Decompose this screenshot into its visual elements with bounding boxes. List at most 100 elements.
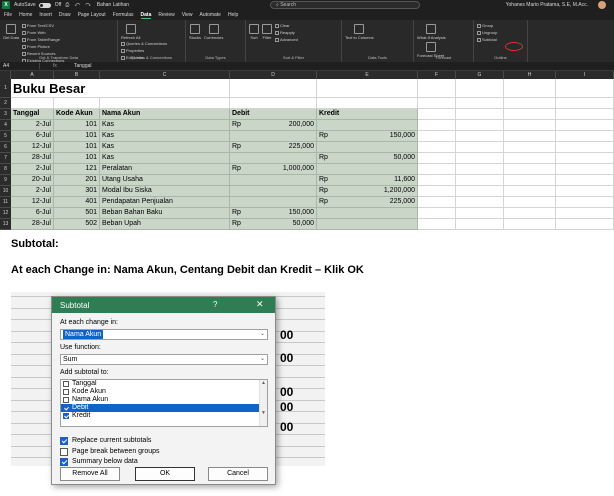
- remove-all-button[interactable]: Remove All: [60, 467, 120, 481]
- cell-kode-akun[interactable]: 501: [54, 208, 100, 219]
- cell-kode-akun[interactable]: 101: [54, 131, 100, 142]
- cell-nama-akun[interactable]: Pendapatan Penjualan: [100, 197, 230, 208]
- tab-view[interactable]: View: [182, 12, 193, 18]
- quick-access-icons[interactable]: ⎙ ↶ ↷: [65, 2, 92, 8]
- currencies-button[interactable]: Currencies: [204, 22, 223, 40]
- field-debit[interactable]: Debit: [61, 404, 267, 412]
- row-header-4[interactable]: 4: [0, 120, 11, 131]
- cell-kredit[interactable]: Rp 50,000: [317, 153, 418, 164]
- cell[interactable]: [556, 164, 614, 175]
- clear-button[interactable]: Clear: [275, 22, 298, 29]
- cell-tanggal[interactable]: 2-Jul: [11, 186, 54, 197]
- tab-automate[interactable]: Automate: [200, 12, 221, 18]
- cell[interactable]: [504, 208, 556, 219]
- tab-file[interactable]: File: [4, 12, 12, 18]
- stocks-button[interactable]: Stocks: [189, 22, 201, 40]
- cell-nama-akun[interactable]: Peralatan: [100, 164, 230, 175]
- cancel-button[interactable]: Cancel: [208, 467, 268, 481]
- cell[interactable]: [556, 98, 614, 109]
- option-checkbox[interactable]: [60, 437, 68, 445]
- cell[interactable]: [418, 197, 456, 208]
- cell[interactable]: [100, 79, 230, 98]
- formula-input[interactable]: Tanggal: [70, 63, 92, 69]
- cell-kode-akun[interactable]: 201: [54, 175, 100, 186]
- add-subtotal-list[interactable]: Tanggal Kode Akun Nama Akun Debit Kredit ▲ ▼: [60, 379, 268, 427]
- header-debit[interactable]: Debit: [230, 109, 317, 120]
- column-header-b[interactable]: B: [54, 71, 100, 79]
- list-scrollbar[interactable]: ▲ ▼: [259, 380, 267, 426]
- field-kode-akun[interactable]: Kode Akun: [61, 388, 267, 396]
- select-all-corner[interactable]: [0, 71, 11, 79]
- field-tanggal[interactable]: Tanggal: [61, 380, 267, 388]
- column-header-h[interactable]: H: [504, 71, 556, 79]
- cell-nama-akun[interactable]: Kas: [100, 120, 230, 131]
- group-button[interactable]: Group: [477, 22, 497, 29]
- cell-tanggal[interactable]: 12-Jul: [11, 197, 54, 208]
- cell[interactable]: [556, 208, 614, 219]
- tab-formulas[interactable]: Formulas: [113, 12, 134, 18]
- cell[interactable]: [317, 79, 418, 98]
- from-table-range-button[interactable]: From Table/Range: [22, 36, 64, 43]
- cell-kode-akun[interactable]: 502: [54, 219, 100, 230]
- cell[interactable]: [418, 175, 456, 186]
- cell-kredit[interactable]: [317, 219, 418, 230]
- field-checkbox[interactable]: [63, 397, 69, 403]
- row-header-11[interactable]: 11: [0, 197, 11, 208]
- cell[interactable]: [556, 219, 614, 230]
- avatar[interactable]: [598, 1, 606, 9]
- cell[interactable]: [418, 142, 456, 153]
- option-summary-below-data[interactable]: Summary below data: [60, 457, 138, 466]
- ok-button[interactable]: OK: [135, 467, 195, 481]
- cell[interactable]: [504, 164, 556, 175]
- cell[interactable]: [504, 197, 556, 208]
- from-web-button[interactable]: From Web: [22, 29, 64, 36]
- cell[interactable]: [456, 79, 504, 98]
- cell[interactable]: [418, 153, 456, 164]
- row-header-9[interactable]: 9: [0, 175, 11, 186]
- cell-tanggal[interactable]: 6-Jul: [11, 208, 54, 219]
- cell-kredit[interactable]: [317, 208, 418, 219]
- cell-kredit[interactable]: Rp 225,000: [317, 197, 418, 208]
- cell[interactable]: [456, 186, 504, 197]
- option-page-break-between-groups[interactable]: Page break between groups: [60, 447, 160, 456]
- cell-nama-akun[interactable]: Kas: [100, 142, 230, 153]
- properties-button[interactable]: Properties: [121, 47, 167, 54]
- what-if-analysis-button[interactable]: What-If Analysis: [417, 22, 446, 40]
- cell[interactable]: [418, 109, 456, 120]
- name-box[interactable]: A4: [0, 63, 40, 69]
- column-header-g[interactable]: G: [456, 71, 504, 79]
- row-header-8[interactable]: 8: [0, 164, 11, 175]
- row-header-10[interactable]: 10: [0, 186, 11, 197]
- row-header-1[interactable]: 1: [0, 79, 11, 98]
- cell[interactable]: [556, 186, 614, 197]
- text-to-columns-button[interactable]: Text to Columns: [345, 22, 374, 40]
- cell-nama-akun[interactable]: Beban Bahan Baku: [100, 208, 230, 219]
- tab-home[interactable]: Home: [19, 12, 32, 18]
- cell-kode-akun[interactable]: 121: [54, 164, 100, 175]
- cell[interactable]: [504, 219, 556, 230]
- cell[interactable]: [418, 186, 456, 197]
- row-header-13[interactable]: 13: [0, 219, 11, 230]
- header-kode-akun[interactable]: Kode Akun: [54, 109, 100, 120]
- cell-kode-akun[interactable]: 401: [54, 197, 100, 208]
- cell-tanggal[interactable]: 2-Jul: [11, 164, 54, 175]
- cell-kode-akun[interactable]: 101: [54, 120, 100, 131]
- cell-debit[interactable]: Rp 200,000: [230, 120, 317, 131]
- cell[interactable]: [456, 109, 504, 120]
- cell[interactable]: [556, 109, 614, 120]
- cell[interactable]: [504, 175, 556, 186]
- row-header-3[interactable]: 3: [0, 109, 11, 120]
- cell-kredit[interactable]: Rp 150,000: [317, 131, 418, 142]
- row-header-7[interactable]: 7: [0, 153, 11, 164]
- cell-tanggal[interactable]: 6-Jul: [11, 131, 54, 142]
- cell-debit[interactable]: Rp 50,000: [230, 219, 317, 230]
- ungroup-button[interactable]: Ungroup: [477, 29, 497, 36]
- cell-debit[interactable]: Rp 150,000: [230, 208, 317, 219]
- cell-debit[interactable]: Rp 225,000: [230, 142, 317, 153]
- column-header-d[interactable]: D: [230, 71, 317, 79]
- column-header-c[interactable]: C: [100, 71, 230, 79]
- subtotal-button[interactable]: Subtotal: [477, 36, 497, 43]
- filter-button[interactable]: Filter: [262, 22, 272, 40]
- cell[interactable]: [456, 175, 504, 186]
- from-text-csv-button[interactable]: From Text/CSV: [22, 22, 64, 29]
